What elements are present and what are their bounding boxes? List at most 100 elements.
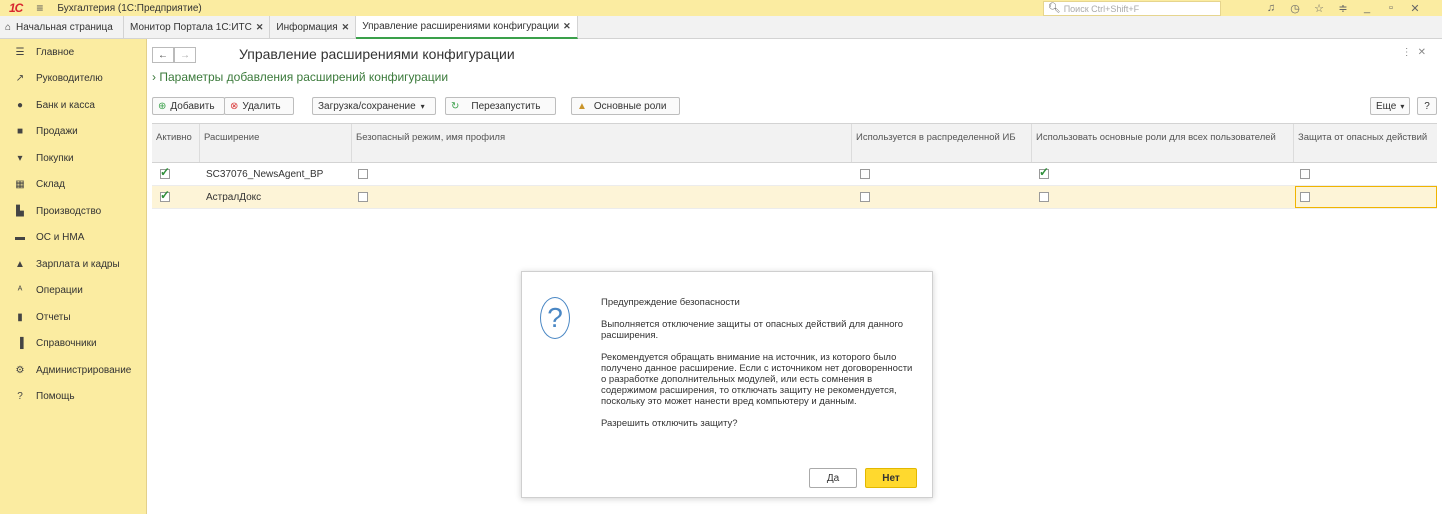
minimize-icon[interactable]: _ (1355, 2, 1379, 14)
protection-cell[interactable] (1296, 186, 1310, 208)
arrow-right-icon: → (180, 49, 190, 61)
sidebar-item-warehouse[interactable]: ▦ Склад (0, 172, 146, 199)
column-header-active[interactable]: Активно (152, 124, 200, 162)
back-button[interactable]: ← (152, 47, 174, 63)
table-header: Активно Расширение Безопасный режим, имя… (152, 123, 1437, 163)
distributed-checkbox[interactable] (860, 192, 870, 202)
extension-name: SC37076_NewsAgent_BP (206, 168, 324, 180)
operations-icon: ᴬ (17, 285, 23, 297)
safe-mode-checkbox[interactable] (358, 192, 368, 202)
gear-icon: ⚙ (15, 364, 25, 376)
active-checkbox-cell[interactable] (156, 163, 170, 185)
sidebar-item-assets[interactable]: ▬ ОС и НМА (0, 225, 146, 252)
no-button[interactable]: Нет (865, 468, 917, 488)
yes-button[interactable]: Да (809, 468, 857, 488)
sidebar-item-operations[interactable]: ᴬ Операции (0, 278, 146, 305)
bell-icon[interactable]: ♫ (1259, 2, 1283, 14)
coin-icon: ● (16, 99, 24, 111)
truck-icon: ▬ (15, 232, 25, 244)
main-roles-button[interactable]: ▲ Основные роли (571, 97, 680, 115)
menu-lines-icon: ☰ (15, 46, 25, 58)
tab-close-icon[interactable]: ✕ (563, 21, 571, 32)
load-save-button[interactable]: Загрузка/сохранение ▾ (312, 97, 436, 115)
sidebar-item-admin[interactable]: ⚙ Администрирование (0, 357, 146, 384)
restore-icon[interactable]: ▫ (1379, 2, 1403, 14)
params-group-toggle[interactable]: › Параметры добавления расширений конфиг… (152, 70, 448, 84)
sidebar: ☰ Главное ↗ Руководителю ● Банк и касса ■ Пр… (0, 39, 147, 514)
main-roles-checkbox[interactable] (1039, 192, 1049, 202)
tab-home[interactable]: ⌂ Начальная страница (0, 16, 124, 38)
restart-button[interactable]: ↻ Перезапустить (445, 97, 556, 115)
tab-close-icon[interactable]: ✕ (342, 22, 350, 33)
main-roles-checkbox[interactable] (1039, 165, 1049, 179)
warehouse-icon: ▦ (15, 179, 25, 191)
toolbar: ⊕ Добавить ⊗ Удалить Загрузка/сохранение ▾ … (152, 97, 1437, 117)
main-menu-icon[interactable]: ≡ (36, 1, 43, 15)
column-header-safe-mode[interactable]: Безопасный режим, имя профиля (352, 124, 852, 162)
tab-close-icon[interactable]: ✕ (256, 22, 264, 33)
sidebar-item-manager[interactable]: ↗ Руководителю (0, 66, 146, 93)
dialog-heading: Предупреждение безопасности (601, 297, 740, 308)
safe-mode-checkbox[interactable] (358, 169, 368, 179)
main-roles-cell[interactable] (1035, 163, 1049, 185)
column-header-main-roles[interactable]: Использовать основные роли для всех поль… (1032, 124, 1294, 162)
column-header-distributed[interactable]: Используется в распределенной ИБ (852, 124, 1032, 162)
tab-info[interactable]: Информация ✕ (270, 16, 357, 38)
search-input[interactable]: 🔍︎ Поиск Ctrl+Shift+F (1043, 1, 1221, 16)
distributed-checkbox[interactable] (860, 169, 870, 179)
tab-extensions[interactable]: Управление расширениями конфигурации ✕ (356, 16, 578, 39)
help-label: ? (1424, 100, 1430, 112)
sidebar-item-label: Покупки (36, 152, 74, 164)
more-button[interactable]: Еще ▾ (1370, 97, 1410, 115)
tab-label: Начальная страница (16, 21, 113, 33)
sidebar-item-reports[interactable]: ▮ Отчеты (0, 304, 146, 331)
active-checkbox[interactable] (160, 165, 170, 179)
sidebar-item-label: Зарплата и кадры (36, 258, 120, 270)
star-icon[interactable]: ☆ (1307, 2, 1331, 15)
help-button[interactable]: ? (1417, 97, 1437, 115)
history-icon[interactable]: ◷ (1283, 2, 1307, 15)
table-row[interactable]: АстралДокс (152, 186, 1437, 209)
sidebar-item-purchases[interactable]: ▾ Покупки (0, 145, 146, 172)
sidebar-item-main[interactable]: ☰ Главное (0, 39, 146, 66)
protection-checkbox[interactable] (1300, 192, 1310, 202)
table-row[interactable]: SC37076_NewsAgent_BP (152, 163, 1437, 186)
dialog-paragraph-2: Рекомендуется обращать внимание на источ… (601, 352, 913, 407)
dialog-paragraph-1: Выполняется отключение защиты от опасных… (601, 319, 904, 341)
sidebar-item-salary[interactable]: ▲ Зарплата и кадры (0, 251, 146, 278)
delete-button[interactable]: ⊗ Удалить (224, 97, 294, 115)
main-roles-cell[interactable] (1035, 186, 1049, 208)
sidebar-item-label: Склад (36, 179, 65, 191)
tab-its-monitor[interactable]: Монитор Портала 1С:ИТС ✕ (124, 16, 271, 38)
distributed-cell[interactable] (856, 186, 870, 208)
safe-mode-cell[interactable] (354, 163, 368, 185)
column-header-protection[interactable]: Защита от опасных действий (1294, 124, 1437, 162)
load-save-label: Загрузка/сохранение (318, 100, 416, 112)
close-icon[interactable]: ✕ (1403, 2, 1427, 15)
sidebar-item-label: Помощь (36, 391, 75, 403)
sidebar-item-catalogs[interactable]: ▐ Справочники (0, 331, 146, 358)
book-icon: ▐ (16, 338, 24, 350)
sidebar-item-production[interactable]: ▙ Производство (0, 198, 146, 225)
protection-checkbox[interactable] (1300, 169, 1310, 179)
sidebar-item-bank[interactable]: ● Банк и касса (0, 92, 146, 119)
forward-button[interactable]: → (174, 47, 196, 63)
search-icon: 🔍︎ (1048, 3, 1061, 14)
sidebar-item-label: Руководителю (36, 73, 103, 85)
form-menu[interactable]: ⋮✕ (1402, 47, 1432, 58)
sidebar-item-sales[interactable]: ■ Продажи (0, 119, 146, 146)
arrow-left-icon: ← (158, 49, 168, 61)
extensions-table: Активно Расширение Безопасный режим, имя… (152, 123, 1437, 209)
protection-cell[interactable] (1296, 163, 1310, 185)
sidebar-item-label: Отчеты (36, 311, 71, 323)
sidebar-item-help[interactable]: ? Помощь (0, 384, 146, 411)
safe-mode-cell[interactable] (354, 186, 368, 208)
delete-label: Удалить (242, 100, 281, 112)
add-button[interactable]: ⊕ Добавить (152, 97, 225, 115)
sidebar-item-label: Операции (36, 285, 83, 297)
active-checkbox[interactable] (160, 188, 170, 202)
active-checkbox-cell[interactable] (156, 186, 170, 208)
column-header-extension[interactable]: Расширение (200, 124, 352, 162)
settings-lines-icon[interactable]: ≑ (1331, 2, 1355, 15)
distributed-cell[interactable] (856, 163, 870, 185)
